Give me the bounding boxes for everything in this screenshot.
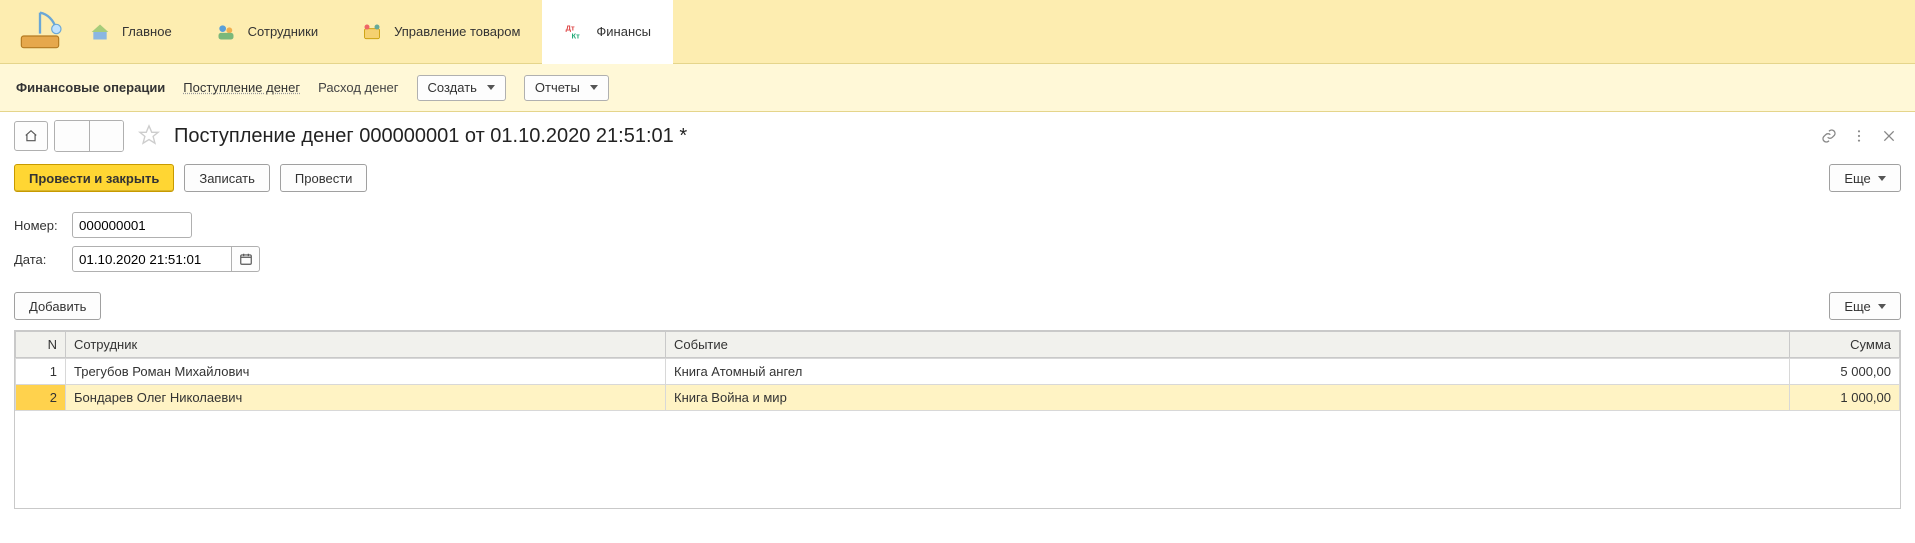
nav-employees[interactable]: Сотрудники: [194, 0, 340, 64]
nav-history-group: [54, 120, 124, 152]
col-header-employee[interactable]: Сотрудник: [66, 332, 666, 358]
data-table: N Сотрудник Событие Сумма 1Трегубов Рома…: [14, 330, 1901, 509]
post-and-close-button[interactable]: Провести и закрыть: [14, 164, 174, 192]
cell-n: 2: [16, 385, 66, 411]
nav-goods[interactable]: Управление товаром: [340, 0, 542, 64]
doc-title: Поступление денег 000000001 от 01.10.202…: [174, 125, 687, 148]
chevron-down-icon: [1878, 176, 1886, 181]
nav-label: Управление товаром: [394, 24, 520, 39]
create-button[interactable]: Создать: [417, 75, 506, 101]
col-header-sum[interactable]: Сумма: [1790, 332, 1900, 358]
col-header-n[interactable]: N: [16, 332, 66, 358]
sub-nav: Финансовые операции Поступление денег Ра…: [0, 64, 1915, 112]
cell-sum: 1 000,00: [1790, 385, 1900, 411]
doc-header: Поступление денег 000000001 от 01.10.202…: [0, 112, 1915, 160]
write-button[interactable]: Записать: [184, 164, 270, 192]
chevron-down-icon: [487, 85, 495, 90]
svg-text:Кт: Кт: [572, 31, 581, 40]
reports-button[interactable]: Отчеты: [524, 75, 609, 101]
date-input[interactable]: [72, 246, 232, 272]
table-more-button[interactable]: Еще: [1829, 292, 1901, 320]
back-button[interactable]: [55, 121, 89, 151]
cell-sum: 5 000,00: [1790, 359, 1900, 385]
table-row[interactable]: 1Трегубов Роман МихайловичКнига Атомный …: [16, 359, 1900, 385]
button-label: Еще: [1844, 171, 1870, 186]
chevron-down-icon: [590, 85, 598, 90]
close-icon[interactable]: [1877, 124, 1901, 148]
number-label: Номер:: [14, 218, 64, 233]
table-toolbar: Добавить Еще: [0, 288, 1915, 324]
cell-event: Книга Война и мир: [666, 385, 1790, 411]
button-label: Еще: [1844, 299, 1870, 314]
cell-employee: Бондарев Олег Николаевич: [66, 385, 666, 411]
subnav-income-link[interactable]: Поступление денег: [183, 80, 300, 95]
action-bar: Провести и закрыть Записать Провести Еще: [0, 160, 1915, 196]
cell-event: Книга Атомный ангел: [666, 359, 1790, 385]
more-button[interactable]: Еще: [1829, 164, 1901, 192]
favorite-star-icon[interactable]: [138, 124, 160, 149]
home-icon: [90, 22, 110, 42]
top-nav: Главное Сотрудники Управление товаром Дт…: [0, 0, 1915, 64]
chevron-down-icon: [1878, 304, 1886, 309]
kebab-icon[interactable]: [1847, 124, 1871, 148]
goods-icon: [362, 22, 382, 42]
form-fields: Номер: Дата:: [0, 196, 1915, 288]
link-icon[interactable]: [1817, 124, 1841, 148]
post-button[interactable]: Провести: [280, 164, 368, 192]
subnav-expense-link[interactable]: Расход денег: [318, 80, 398, 95]
forward-button[interactable]: [89, 121, 123, 151]
finance-icon: ДтКт: [564, 22, 584, 42]
number-input[interactable]: [72, 212, 192, 238]
subnav-title: Финансовые операции: [16, 80, 165, 95]
people-icon: [216, 22, 236, 42]
col-header-event[interactable]: Событие: [666, 332, 1790, 358]
date-label: Дата:: [14, 252, 64, 267]
button-label: Отчеты: [535, 80, 580, 95]
button-label: Создать: [428, 80, 477, 95]
nav-main[interactable]: Главное: [68, 0, 194, 64]
home-button[interactable]: [14, 121, 48, 151]
app-logo-icon: [12, 8, 68, 56]
cell-employee: Трегубов Роман Михайлович: [66, 359, 666, 385]
nav-finance[interactable]: ДтКт Финансы: [542, 0, 673, 64]
nav-label: Финансы: [596, 24, 651, 39]
table-row[interactable]: 2Бондарев Олег НиколаевичКнига Война и м…: [16, 385, 1900, 411]
add-row-button[interactable]: Добавить: [14, 292, 101, 320]
nav-label: Главное: [122, 24, 172, 39]
calendar-button[interactable]: [232, 246, 260, 272]
cell-n: 1: [16, 359, 66, 385]
nav-label: Сотрудники: [248, 24, 318, 39]
